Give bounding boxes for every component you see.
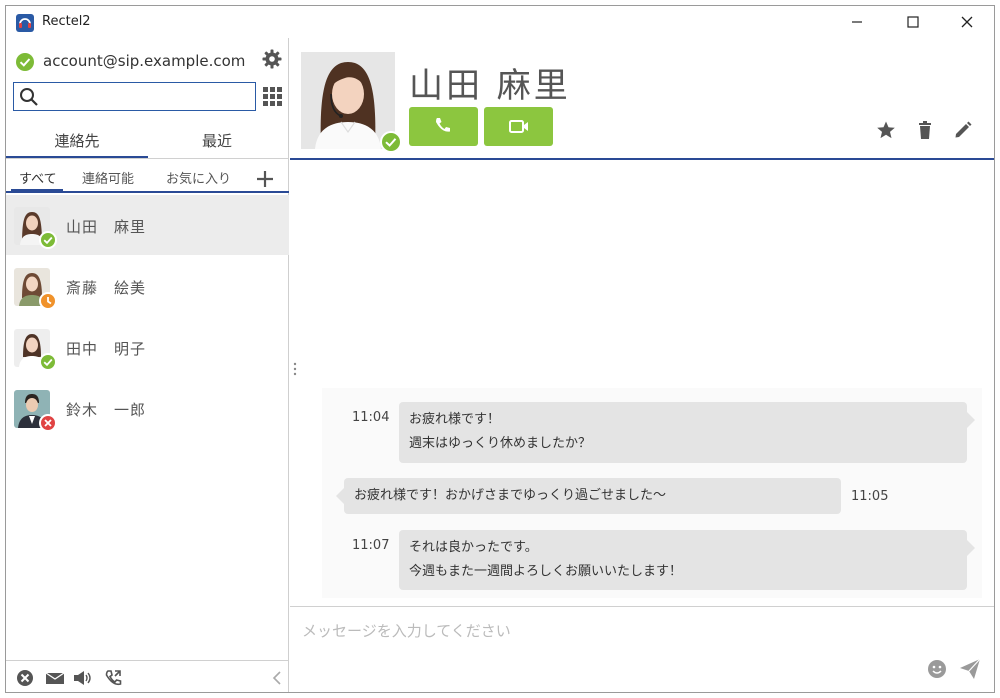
message-bubble[interactable]: それは良かったです。 今週もまた一週間よろしくお願いいたします！ <box>399 530 975 590</box>
account-address: account@sip.example.com <box>43 52 246 70</box>
message-text: お疲れ様です！おかげさまでゆっくり過ごせました～ <box>354 488 667 503</box>
input-divider <box>290 606 994 607</box>
emoji-icon[interactable] <box>927 659 947 679</box>
app-window: Rectel2 account@sip.example.com 連絡先 最近 す… <box>5 5 995 693</box>
status-toolbar <box>6 660 289 692</box>
message-bubble[interactable]: お疲れ様です！おかげさまでゆっくり過ごせました～ <box>336 478 841 514</box>
contact-name: 鈴木 一郎 <box>66 401 147 419</box>
minimize-icon <box>852 21 862 23</box>
window-title: Rectel2 <box>42 14 91 29</box>
account-status-icon[interactable] <box>16 53 34 71</box>
chat-panel: 山田 麻里 11:04 お疲れ様です！ 週末はゆっくり休めましたか？ お疲れ様で… <box>290 38 994 692</box>
close-icon <box>961 16 973 28</box>
maximize-button[interactable] <box>890 6 936 38</box>
search-icon <box>20 88 38 106</box>
filter-divider <box>6 191 289 193</box>
search-input[interactable] <box>44 86 249 107</box>
status-away-icon <box>39 292 57 310</box>
message-text: 週末はゆっくり休めましたか？ <box>409 436 592 451</box>
sidebar: account@sip.example.com 連絡先 最近 すべて 連絡可能 … <box>6 38 289 692</box>
send-icon[interactable] <box>958 657 982 681</box>
title-bar: Rectel2 <box>6 6 994 38</box>
splitter-handle[interactable] <box>293 361 297 377</box>
tab-recent[interactable]: 最近 <box>186 130 248 151</box>
filter-favorites[interactable]: お気に入り <box>166 168 231 187</box>
call-forward-icon[interactable] <box>104 669 124 687</box>
contact-item-yamada[interactable]: 山田 麻里 <box>6 195 289 255</box>
contact-item-saito[interactable]: 斎藤 絵美 <box>6 256 289 316</box>
tab-contacts[interactable]: 連絡先 <box>46 130 108 151</box>
message-time: 11:04 <box>352 410 390 425</box>
message-bubble[interactable]: お疲れ様です！ 週末はゆっくり休めましたか？ <box>399 402 975 463</box>
status-busy-icon <box>39 414 57 432</box>
status-available-icon <box>39 353 57 371</box>
voicemail-icon[interactable] <box>45 669 65 687</box>
video-call-button[interactable] <box>484 107 553 146</box>
maximize-icon <box>907 16 919 28</box>
contact-name: 田中 明子 <box>66 340 147 358</box>
add-contact-icon[interactable] <box>255 169 275 189</box>
minimize-button[interactable] <box>834 6 880 38</box>
message-time: 11:07 <box>352 538 390 553</box>
star-icon[interactable] <box>876 120 896 140</box>
filter-available[interactable]: 連絡可能 <box>82 168 134 187</box>
message-input[interactable] <box>302 620 902 642</box>
speaker-icon[interactable] <box>73 669 93 687</box>
contact-item-suzuki[interactable]: 鈴木 一郎 <box>6 378 289 438</box>
contact-name: 斎藤 絵美 <box>66 279 147 297</box>
dialpad-icon[interactable] <box>263 87 282 106</box>
contact-photo <box>301 52 395 149</box>
message-text: 今週もまた一週間よろしくお願いいたします！ <box>409 564 683 579</box>
dnd-icon[interactable] <box>16 669 36 687</box>
gear-icon[interactable] <box>262 49 282 69</box>
status-available-icon <box>39 231 57 249</box>
message-text: それは良かったです。 <box>409 540 538 555</box>
message-time: 11:05 <box>851 489 889 504</box>
search-box[interactable] <box>13 82 256 111</box>
call-button[interactable] <box>409 107 478 146</box>
header-divider <box>290 158 994 160</box>
contact-status-icon <box>380 131 402 153</box>
message-text: お疲れ様です！ <box>409 412 501 427</box>
collapse-icon[interactable] <box>271 669 283 687</box>
filter-all[interactable]: すべて <box>19 168 57 187</box>
app-logo-icon <box>16 14 34 32</box>
phone-icon <box>436 118 450 132</box>
video-icon <box>509 120 528 133</box>
trash-icon[interactable] <box>915 120 935 140</box>
contact-item-tanaka[interactable]: 田中 明子 <box>6 317 289 377</box>
close-window-button[interactable] <box>944 6 990 38</box>
pencil-icon[interactable] <box>953 120 973 140</box>
tab-divider <box>6 158 289 159</box>
contact-name: 山田 麻里 <box>66 218 147 236</box>
contact-title: 山田 麻里 <box>409 66 571 106</box>
